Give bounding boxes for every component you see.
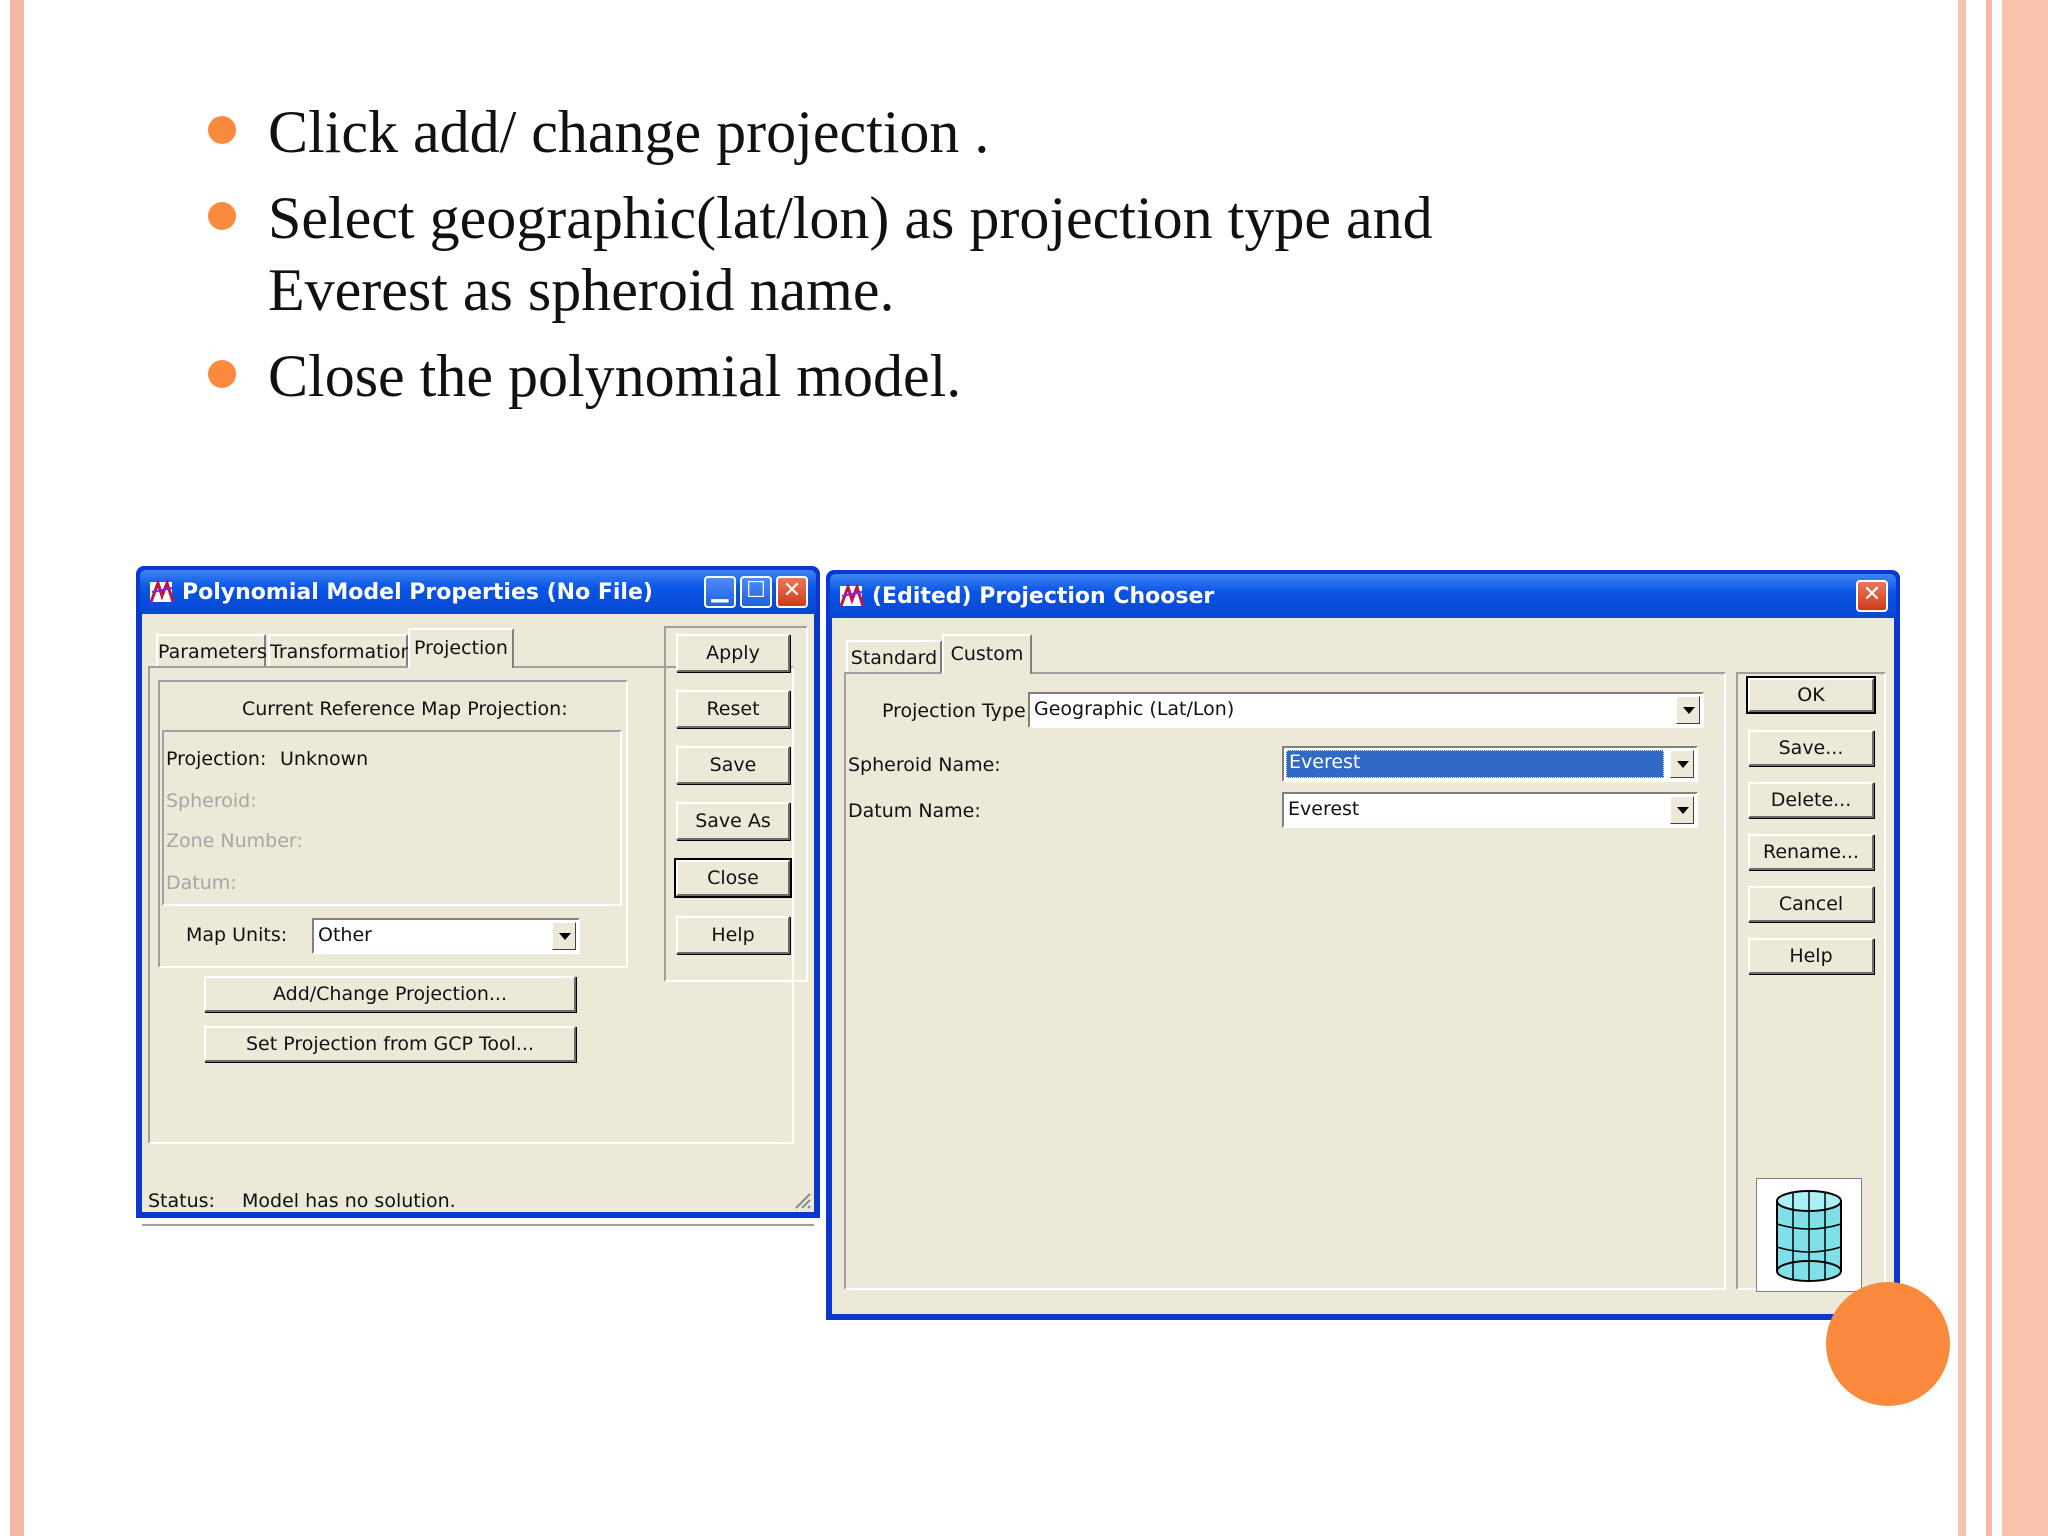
close-button[interactable]: Close (674, 858, 792, 898)
tab-projection[interactable]: Projection (408, 628, 514, 668)
decor-circle (1826, 1282, 1950, 1406)
bullet-dot-icon (208, 360, 236, 388)
minimize-button[interactable]: ▁ (704, 576, 736, 608)
close-icon: ✕ (1862, 582, 1882, 607)
save-as-button[interactable]: Save As (676, 802, 790, 840)
tab-parameters[interactable]: Parameters (156, 634, 267, 668)
map-units-label: Map Units: (186, 924, 288, 946)
left-decor-bar (10, 0, 24, 1536)
spheroid-label: Spheroid: (166, 790, 257, 812)
maximize-icon: ☐ (746, 578, 766, 603)
projection-type-label: Projection Type : (882, 700, 1039, 722)
poly-client-area: Parameters Transformation Projection Cur… (142, 614, 814, 1226)
cylinder-projection-icon (1756, 1178, 1862, 1292)
bullet-dot-icon (208, 202, 236, 230)
spheroid-name-dropdown[interactable]: Everest (1282, 746, 1698, 782)
group-title: Current Reference Map Projection: (242, 698, 568, 720)
polynomial-model-window: Polynomial Model Properties (No File) ▁ … (136, 566, 820, 1226)
status-bar (142, 1224, 814, 1258)
help-button[interactable]: Help (676, 916, 790, 954)
projection-value: Unknown (280, 748, 369, 770)
right-decor-stripes (1958, 0, 2048, 1536)
window-title: (Edited) Projection Chooser (872, 584, 1215, 609)
save-projection-button[interactable]: Save... (1748, 730, 1874, 766)
datum-name-dropdown[interactable]: Everest (1282, 792, 1698, 828)
map-units-value: Other (318, 924, 372, 946)
datum-label: Datum: (166, 872, 237, 894)
zone-number-label: Zone Number: (166, 830, 303, 852)
projection-chooser-window: (Edited) Projection Chooser ✕ Standard C… (826, 570, 1900, 1320)
delete-button[interactable]: Delete... (1748, 782, 1874, 818)
help-button[interactable]: Help (1748, 938, 1874, 974)
close-window-button[interactable]: ✕ (776, 576, 808, 608)
ok-button[interactable]: OK (1746, 676, 1876, 714)
minimize-icon: ▁ (711, 578, 729, 603)
status-value: Model has no solution. (242, 1190, 456, 1212)
spheroid-name-value: Everest (1286, 750, 1664, 778)
bullet-item: Select geographic(lat/lon) as projection… (200, 182, 1608, 326)
bullet-dot-icon (208, 116, 236, 144)
datum-name-value: Everest (1288, 798, 1360, 820)
tab-standard[interactable]: Standard (846, 640, 942, 674)
cancel-button[interactable]: Cancel (1748, 886, 1874, 922)
set-projection-gcp-button[interactable]: Set Projection from GCP Tool... (204, 1026, 576, 1062)
apply-button[interactable]: Apply (676, 634, 790, 672)
projection-type-dropdown[interactable]: Geographic (Lat/Lon) (1028, 692, 1704, 728)
datum-name-label: Datum Name: (848, 800, 981, 822)
app-logo-icon (149, 578, 175, 603)
bullet-item: Click add/ change projection . (200, 96, 1700, 168)
instruction-list: Click add/ change projection . Select ge… (200, 96, 1700, 426)
app-logo-icon (839, 582, 865, 607)
resize-grip-icon[interactable] (792, 1190, 812, 1210)
poly-titlebar[interactable]: Polynomial Model Properties (No File) ▁ … (140, 570, 816, 614)
projection-type-value: Geographic (Lat/Lon) (1034, 698, 1235, 720)
bullet-item: Close the polynomial model. (200, 340, 1700, 412)
chevron-down-icon[interactable] (1670, 750, 1694, 778)
tab-transformation[interactable]: Transformation (268, 634, 413, 668)
chevron-down-icon[interactable] (1670, 796, 1694, 824)
chevron-down-icon[interactable] (552, 922, 576, 950)
chooser-titlebar[interactable]: (Edited) Projection Chooser ✕ (830, 574, 1896, 618)
projection-label: Projection: (166, 748, 267, 770)
maximize-button[interactable]: ☐ (740, 576, 772, 608)
add-change-projection-button[interactable]: Add/Change Projection... (204, 976, 576, 1012)
save-button[interactable]: Save (676, 746, 790, 784)
chooser-client-area: Standard Custom Projection Type : Geogra… (832, 618, 1894, 1314)
reset-button[interactable]: Reset (676, 690, 790, 728)
close-window-button[interactable]: ✕ (1856, 580, 1888, 612)
close-icon: ✕ (782, 578, 802, 603)
map-units-dropdown[interactable]: Other (312, 918, 580, 954)
status-label: Status: (148, 1190, 215, 1212)
window-title: Polynomial Model Properties (No File) (182, 580, 653, 605)
spheroid-name-label: Spheroid Name: (848, 754, 1001, 776)
chevron-down-icon[interactable] (1676, 696, 1700, 724)
tab-custom[interactable]: Custom (942, 634, 1032, 674)
rename-button[interactable]: Rename... (1748, 834, 1874, 870)
